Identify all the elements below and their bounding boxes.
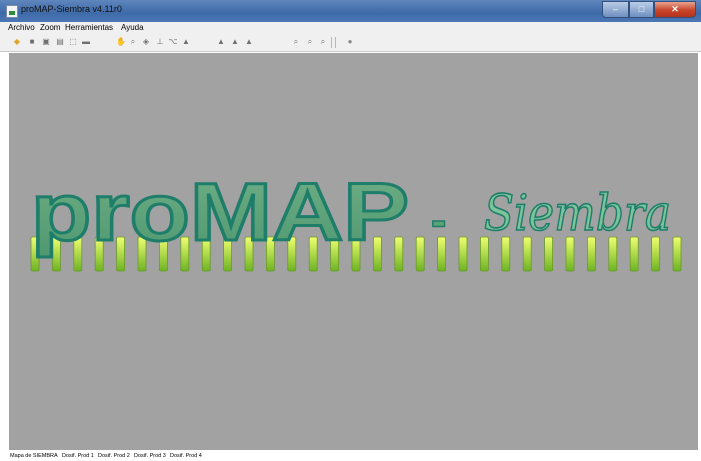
record-icon[interactable]: ● — [345, 37, 355, 47]
map-canvas[interactable]: proMAP - Siembra — [9, 53, 698, 450]
logo-bar — [522, 236, 532, 272]
ruler-icon[interactable]: ⊥ — [155, 37, 165, 47]
save-icon[interactable]: ■ — [27, 37, 37, 47]
zoom-out-icon[interactable]: ⌕ — [305, 37, 315, 47]
tab-dosif-prod-3[interactable]: Dosif. Prod 3 — [134, 452, 166, 461]
save-as-icon[interactable]: ▣ — [41, 37, 51, 47]
title-bar: proMAP-Siembra v4.11r0 – □ ✕ — [0, 0, 701, 22]
logo-bar — [629, 236, 639, 272]
window-controls: – □ ✕ — [602, 1, 696, 18]
window-title: proMAP-Siembra v4.11r0 — [21, 4, 122, 14]
maximize-button[interactable]: □ — [629, 1, 654, 18]
logo-bar — [415, 236, 425, 272]
tab-mapa-siembra[interactable]: Mapa de SIEMBRA — [10, 452, 58, 461]
menu-zoom[interactable]: Zoom — [40, 22, 60, 34]
move-left-icon[interactable]: ▲ — [230, 37, 240, 47]
move-up-icon[interactable]: ▲ — [216, 37, 226, 47]
logo-script-text: Siembra — [484, 184, 671, 242]
print-preview-icon[interactable]: ▤ — [55, 37, 65, 47]
logo-bar — [651, 236, 660, 272]
move-right-icon[interactable]: ▲ — [244, 37, 254, 47]
export-icon[interactable]: ⬚ — [68, 37, 78, 47]
logo-bar — [544, 236, 553, 272]
pan-icon[interactable]: ✋ — [116, 37, 126, 47]
toolbar: ◆ ■ ▣ ▤ ⬚ ▬ ✋ ⌕ ◈ ⊥ ⌥ ▲ ▲ ▲ ▲ ⌕ ⌕ ⌕ ● — [0, 34, 701, 52]
logo-bar — [458, 236, 468, 272]
toolbar-separator — [335, 37, 336, 48]
menu-herramientas[interactable]: Herramientas — [65, 22, 113, 34]
promap-siembra-logo: proMAP - Siembra — [30, 166, 682, 272]
route-icon[interactable]: ⌥ — [168, 37, 178, 47]
menu-ayuda[interactable]: Ayuda — [121, 22, 144, 34]
logo-bar — [479, 236, 489, 272]
logo-bar — [565, 236, 575, 272]
menu-archivo[interactable]: Archivo — [8, 22, 35, 34]
layer-icon[interactable]: ◈ — [141, 37, 151, 47]
tab-dosif-prod-1[interactable]: Dosif. Prod 1 — [62, 452, 94, 461]
point-icon[interactable]: ▲ — [181, 37, 191, 47]
logo-bar — [587, 236, 596, 272]
zoom-extent-icon[interactable]: ⌕ — [318, 37, 328, 47]
logo-bar — [501, 236, 511, 272]
tab-dosif-prod-2[interactable]: Dosif. Prod 2 — [98, 452, 130, 461]
toolbar-separator — [331, 37, 332, 48]
logo-bar — [608, 236, 618, 272]
menu-bar: Archivo Zoom Herramientas Ayuda — [0, 22, 701, 34]
app-icon — [6, 5, 18, 18]
zoom-in-icon[interactable]: ⌕ — [291, 37, 301, 47]
zoom-area-icon[interactable]: ⌕ — [128, 37, 138, 47]
print-icon[interactable]: ▬ — [81, 37, 91, 47]
logo-main-text: proMAP — [31, 167, 409, 258]
logo-bar — [672, 236, 682, 272]
close-button[interactable]: ✕ — [654, 1, 696, 18]
sheet-tabs: Mapa de SIEMBRA Dosif. Prod 1 Dosif. Pro… — [0, 452, 701, 461]
logo-dash: - — [431, 194, 446, 246]
tab-dosif-prod-4[interactable]: Dosif. Prod 4 — [170, 452, 202, 461]
minimize-button[interactable]: – — [602, 1, 629, 18]
new-file-icon[interactable]: ◆ — [12, 37, 22, 47]
